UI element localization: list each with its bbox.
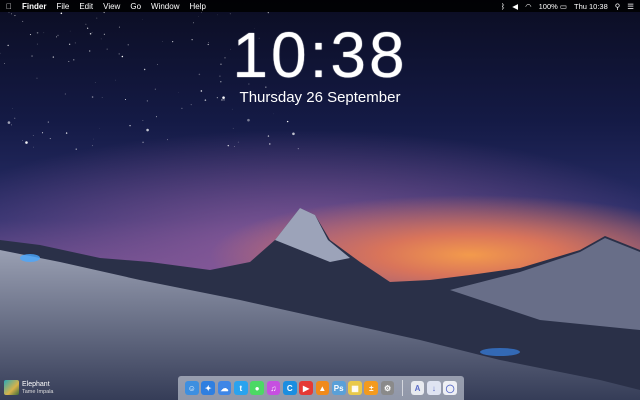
dock-separator (402, 380, 404, 396)
album-art (4, 380, 19, 395)
spotlight-search-icon[interactable]: ⚲ (615, 2, 621, 11)
vlc-icon[interactable]: ▲ (315, 381, 330, 395)
wifi-icon[interactable]: ◠ (525, 2, 532, 11)
menu-help[interactable]: Help (189, 2, 205, 11)
itunes-icon[interactable]: ♫ (266, 381, 281, 395)
menu-window[interactable]: Window (151, 2, 179, 11)
battery-percent: 100% (538, 1, 558, 11)
downloads-icon[interactable]: ↓ (426, 381, 441, 395)
now-playing-widget[interactable]: Elephant Tame Impala (4, 380, 54, 395)
applications-icon[interactable]: A (410, 381, 425, 395)
finder-icon[interactable]: ☺ (185, 381, 199, 395)
menu-edit[interactable]: Edit (79, 2, 93, 11)
battery-status[interactable]: 100% ▭ (539, 2, 567, 11)
track-artist: Tame Impala (22, 388, 54, 395)
bluetooth-icon[interactable]: ᛒ (501, 2, 506, 11)
volume-icon[interactable]: ◀ (512, 2, 518, 11)
siri-icon[interactable]: ◯ (443, 381, 457, 395)
battery-icon: ▭ (559, 1, 567, 11)
youtube-icon[interactable]: ▶ (299, 381, 313, 395)
menu-finder[interactable]: Finder (22, 2, 46, 11)
icloud-icon[interactable]: ☁ (217, 381, 232, 395)
apple-menu-icon[interactable]:  (6, 2, 12, 11)
calculator-icon[interactable]: ± (364, 381, 379, 395)
notification-center-icon[interactable]: ☰ (627, 2, 634, 11)
twitter-icon[interactable]: t (233, 381, 248, 395)
menu-go[interactable]: Go (130, 2, 141, 11)
dock: ☺ ✦ ☁ t ● ♫ C ▶ ▲ Ps ▦ ± ⚙ A ↓ ◯ (178, 376, 464, 400)
photoshop-icon[interactable]: Ps (331, 381, 346, 395)
safari-icon[interactable]: ✦ (201, 381, 216, 395)
messages-icon[interactable]: ● (250, 381, 264, 395)
preview-icon[interactable]: ▦ (348, 381, 362, 395)
app-blue-icon[interactable]: C (282, 381, 297, 395)
menu-file[interactable]: File (56, 2, 69, 11)
lock-time: 10:38 (232, 19, 408, 91)
menu-bar:  Finder File Edit View Go Window Help ᛒ… (0, 0, 640, 12)
menu-view[interactable]: View (103, 2, 120, 11)
lock-clock: 10:38 (0, 22, 640, 88)
track-title: Elephant (22, 380, 50, 388)
menu-clock[interactable]: Thu 10:38 (574, 2, 608, 11)
lock-date: Thursday 26 September (239, 89, 401, 106)
system-preferences-icon[interactable]: ⚙ (380, 381, 395, 395)
